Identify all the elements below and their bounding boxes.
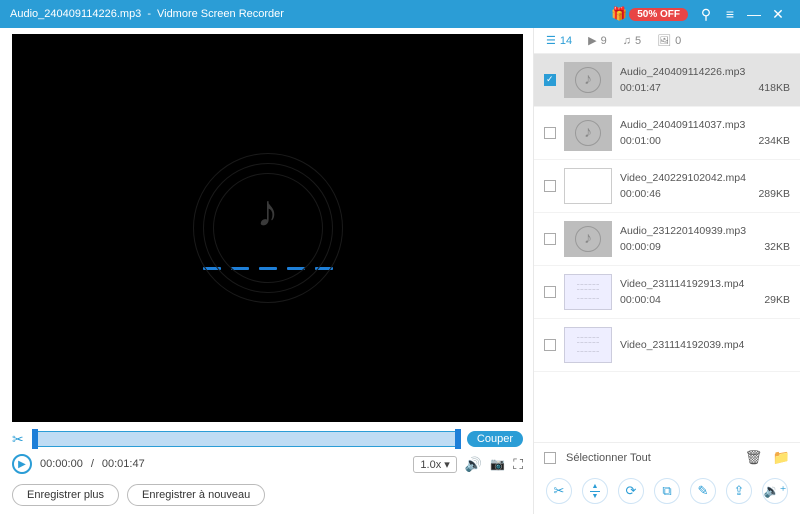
- tab-audio[interactable]: ♫5: [623, 35, 641, 47]
- promo-badge[interactable]: 50% OFF: [629, 8, 688, 21]
- trim-tool-icon[interactable]: ✂: [546, 478, 572, 504]
- item-name: Video_231114192039.mp4: [620, 339, 790, 351]
- time-total: 00:01:47: [102, 458, 145, 470]
- item-thumbnail: ♪: [564, 221, 612, 257]
- fullscreen-icon[interactable]: ⛶: [513, 456, 523, 473]
- item-duration: 00:00:04: [620, 294, 661, 306]
- item-thumbnail: ♪: [564, 62, 612, 98]
- item-size: 32KB: [764, 241, 790, 253]
- compress-tool-icon[interactable]: ▲▼: [582, 478, 608, 504]
- item-checkbox[interactable]: [544, 74, 556, 86]
- item-thumbnail: [564, 168, 612, 204]
- item-duration: 00:01:00: [620, 135, 661, 147]
- audio-icon: ♫: [623, 35, 631, 47]
- share-tool-icon[interactable]: ⇪: [726, 478, 752, 504]
- time-current: 00:00:00: [40, 458, 83, 470]
- item-size: 29KB: [764, 294, 790, 306]
- item-size: 289KB: [758, 188, 790, 200]
- menu-icon[interactable]: ≡: [718, 6, 742, 22]
- volume-tool-icon[interactable]: 🔉⁺: [762, 478, 788, 504]
- item-name: Video_240229102042.mp4: [620, 172, 790, 184]
- trim-handle-left[interactable]: [32, 429, 38, 449]
- item-name: Video_231114192913.mp4: [620, 278, 790, 290]
- merge-tool-icon[interactable]: ⧉: [654, 478, 680, 504]
- scissor-icon: ✂: [12, 430, 26, 448]
- item-thumbnail: ········································…: [564, 327, 612, 363]
- record-more-button[interactable]: Enregistrer plus: [12, 484, 119, 506]
- gift-icon: 🎁: [611, 6, 627, 22]
- item-checkbox[interactable]: [544, 180, 556, 192]
- delete-icon[interactable]: 🗑: [745, 449, 763, 466]
- list-item[interactable]: ········································…: [534, 319, 800, 372]
- list-item[interactable]: Video_240229102042.mp4 00:00:46 289KB: [534, 160, 800, 213]
- item-duration: 00:00:09: [620, 241, 661, 253]
- item-name: Audio_240409114226.mp3: [620, 66, 790, 78]
- trim-handle-right[interactable]: [455, 429, 461, 449]
- convert-tool-icon[interactable]: ⟳: [618, 478, 644, 504]
- filter-tabs: ☰14 ▶9 ♫5 🖼0: [534, 28, 800, 54]
- item-size: 418KB: [758, 82, 790, 94]
- volume-icon[interactable]: 🔊: [465, 456, 482, 473]
- edit-tool-icon[interactable]: ✎: [690, 478, 716, 504]
- music-note-icon: ♪: [257, 187, 279, 237]
- item-name: Audio_231220140939.mp3: [620, 225, 790, 237]
- play-button[interactable]: ▶: [12, 454, 32, 474]
- speed-selector[interactable]: 1.0x ▾: [413, 456, 456, 473]
- item-checkbox[interactable]: [544, 286, 556, 298]
- list-icon: ☰: [546, 34, 556, 47]
- item-duration: 00:00:46: [620, 188, 661, 200]
- action-toolbar: ✂ ▲▼ ⟳ ⧉ ✎ ⇪ 🔉⁺: [534, 472, 800, 514]
- item-name: Audio_240409114037.mp3: [620, 119, 790, 131]
- list-item[interactable]: ♪ Audio_231220140939.mp3 00:00:09 32KB: [534, 213, 800, 266]
- right-pane: ☰14 ▶9 ♫5 🖼0 ♪ Audio_240409114226.mp3 00:0…: [533, 28, 800, 514]
- image-icon: 🖼: [657, 34, 671, 47]
- snapshot-icon[interactable]: 📷: [490, 457, 505, 471]
- select-all-checkbox[interactable]: [544, 452, 556, 464]
- item-checkbox[interactable]: [544, 233, 556, 245]
- list-item[interactable]: ♪ Audio_240409114226.mp3 00:01:47 418KB: [534, 54, 800, 107]
- left-pane: ♪ ✂ Couper ▶ 00:00:00/00:01:47 1.0x ▾ 🔊 …: [0, 28, 533, 514]
- preview-area: ♪: [12, 34, 523, 422]
- close-button[interactable]: ✕: [766, 6, 790, 23]
- item-size: 234KB: [758, 135, 790, 147]
- tab-all[interactable]: ☰14: [546, 34, 572, 47]
- tab-image[interactable]: 🖼0: [657, 34, 681, 47]
- item-checkbox[interactable]: [544, 339, 556, 351]
- titlebar: Audio_240409114226.mp3 - Vidmore Screen …: [0, 0, 800, 28]
- trim-track[interactable]: [32, 431, 461, 447]
- recordings-list: ♪ Audio_240409114226.mp3 00:01:47 418KB ♪ Aud…: [534, 54, 800, 442]
- select-all-label: Sélectionner Tout: [566, 452, 651, 464]
- item-thumbnail: ♪: [564, 115, 612, 151]
- item-duration: 00:01:47: [620, 82, 661, 94]
- item-thumbnail: ········································…: [564, 274, 612, 310]
- tab-video[interactable]: ▶9: [588, 34, 607, 47]
- key-icon[interactable]: ⚲: [694, 6, 718, 23]
- item-checkbox[interactable]: [544, 127, 556, 139]
- list-item[interactable]: ♪ Audio_240409114037.mp3 00:01:00 234KB: [534, 107, 800, 160]
- title-app: Vidmore Screen Recorder: [157, 8, 611, 20]
- folder-icon[interactable]: 📁: [773, 449, 790, 466]
- list-item[interactable]: ········································…: [534, 266, 800, 319]
- title-filename: Audio_240409114226.mp3: [10, 8, 141, 20]
- minimize-button[interactable]: —: [742, 6, 766, 22]
- video-icon: ▶: [588, 34, 596, 47]
- rerecord-button[interactable]: Enregistrer à nouveau: [127, 484, 265, 506]
- cut-button[interactable]: Couper: [467, 431, 523, 447]
